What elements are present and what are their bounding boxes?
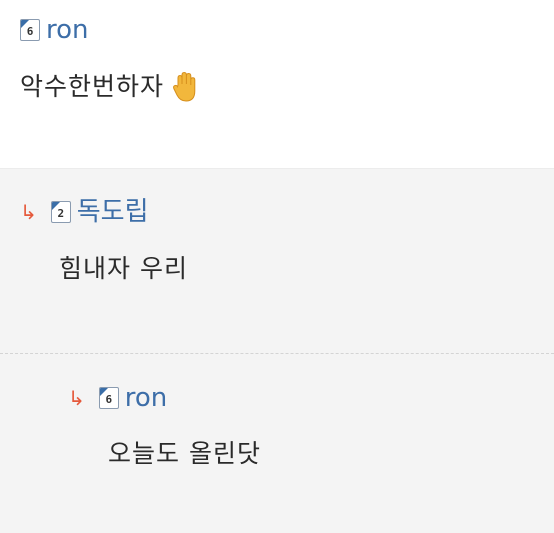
comment-thread: 6 ron 악수한번하자 ↳ 2 독도립 힘내자 우리 ↳ 6 ron 오늘도 …	[0, 0, 554, 533]
comment-item: 6 ron 악수한번하자	[0, 0, 554, 168]
comment-author-row: 6 ron	[20, 14, 89, 46]
level-badge-number: 2	[57, 207, 65, 220]
comment-text: 악수한번하자	[20, 71, 200, 103]
level-badge-icon: 2	[50, 201, 71, 223]
level-badge-number: 6	[26, 25, 34, 38]
comment-body: 악수한번하자	[20, 72, 165, 101]
reply-text: 힘내자 우리	[59, 253, 188, 285]
reply-body: 오늘도 올린닷	[108, 439, 261, 468]
reply-divider	[0, 353, 554, 354]
reply-text: 오늘도 올린닷	[108, 438, 261, 470]
level-badge-number: 6	[105, 393, 113, 406]
reply-arrow-icon: ↳	[68, 386, 85, 410]
level-badge-icon: 6	[20, 19, 40, 41]
level-badge-icon: 6	[98, 387, 119, 409]
reply-arrow-icon: ↳	[20, 200, 37, 224]
author-name-link[interactable]: 독도립	[77, 196, 149, 228]
reply-author-row: ↳ 2 독도립	[20, 196, 149, 228]
reply-body: 힘내자 우리	[59, 254, 188, 283]
author-name-link[interactable]: ron	[46, 14, 89, 46]
raised-hand-icon	[172, 71, 200, 103]
author-name-link[interactable]: ron	[125, 382, 168, 414]
reply-author-row: ↳ 6 ron	[68, 382, 167, 414]
